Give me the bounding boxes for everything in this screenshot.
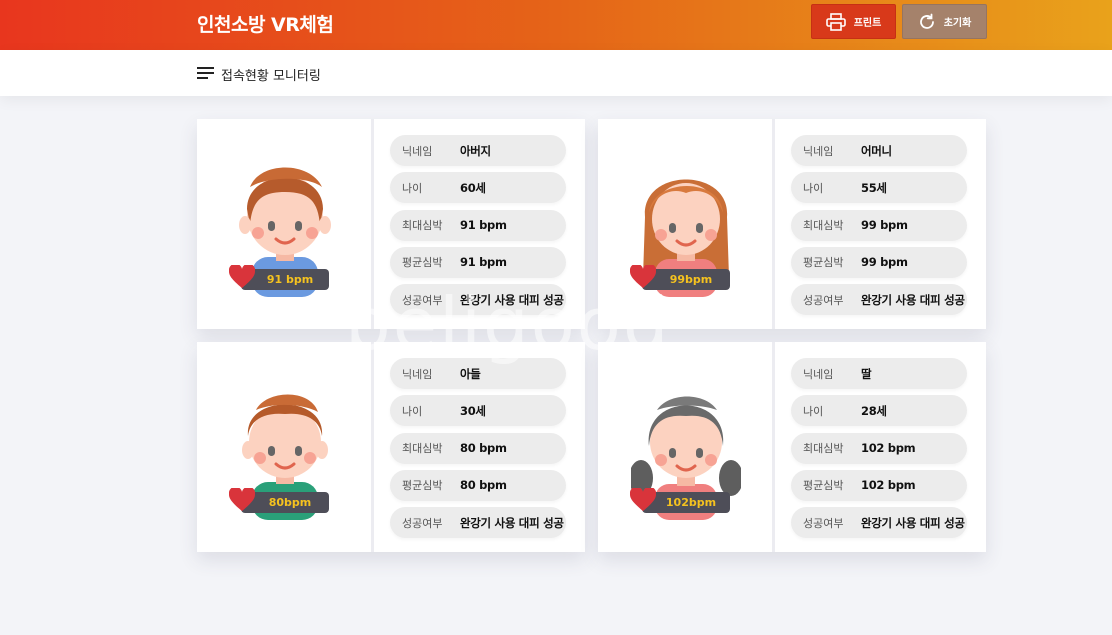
row-value: 어머니 (861, 143, 892, 158)
row-value: 91 bpm (460, 218, 507, 233)
info-row-max-heart-rate: 최대심박 102 bpm (791, 432, 967, 464)
printer-icon (825, 12, 846, 31)
page-title: 접속현황 모니터링 (221, 69, 321, 84)
row-value: 완강기 사용 대피 성공 (460, 515, 564, 530)
row-value: 55세 (861, 180, 887, 195)
row-label: 닉네임 (402, 367, 433, 381)
info-row-age: 나이 60세 (390, 172, 566, 204)
app-header: 인천소방 VR체험 프린트 초기화 (0, 0, 1112, 50)
user-card-3: 80bpm 닉네임 아들 나이 30세 최대심박 80 bpm 평균심박 80 bpm … (197, 342, 585, 552)
card-divider (371, 342, 374, 552)
heart-icon (229, 488, 255, 511)
info-row-nickname: 닉네임 아버지 (390, 135, 566, 166)
info-row-age: 나이 55세 (791, 172, 967, 204)
row-value: 아버지 (460, 143, 491, 158)
row-value: 딸 (861, 366, 872, 381)
refresh-icon (919, 13, 934, 29)
info-row-success: 성공여부 완강기 사용 대피 성공 (791, 284, 967, 316)
row-value: 99 bpm (861, 218, 908, 233)
row-label: 평균심박 (803, 256, 844, 270)
row-label: 닉네임 (803, 144, 834, 158)
info-row-success: 성공여부 완강기 사용 대피 성공 (791, 507, 967, 539)
row-value: 30세 (460, 403, 486, 418)
reset-label: 초기화 (943, 18, 972, 29)
row-value: 60세 (460, 180, 486, 195)
row-label: 나이 (803, 181, 824, 195)
print-label: 프린트 (853, 18, 882, 29)
info-row-avg-heart-rate: 평균심박 80 bpm (390, 469, 566, 501)
row-label: 평균심박 (402, 256, 443, 270)
row-value: 아들 (460, 366, 481, 381)
info-row-age: 나이 28세 (791, 395, 967, 427)
watermark: peligood (345, 282, 671, 366)
print-button[interactable]: 프린트 (811, 4, 896, 39)
row-label: 최대심박 (803, 442, 844, 456)
user-card-4: 102bpm 닉네임 딸 나이 28세 최대심박 102 bpm 평균심박 102 bp… (598, 342, 986, 552)
reset-button[interactable]: 초기화 (902, 4, 987, 39)
row-value: 91 bpm (460, 255, 507, 270)
info-row-max-heart-rate: 최대심박 99 bpm (791, 209, 967, 241)
row-value: 80 bpm (460, 441, 507, 456)
row-label: 평균심박 (402, 479, 443, 493)
info-list: 닉네임 어머니 나이 55세 최대심박 99 bpm 평균심박 99 bpm 성공여부 완… (791, 135, 967, 321)
heart-icon (229, 265, 255, 288)
row-label: 닉네임 (402, 144, 433, 158)
row-label: 나이 (803, 404, 824, 418)
info-list: 닉네임 딸 나이 28세 최대심박 102 bpm 평균심박 102 bpm 성공여부 완… (791, 358, 967, 544)
row-label: 최대심박 (803, 219, 844, 233)
info-row-max-heart-rate: 최대심박 80 bpm (390, 432, 566, 464)
app-title: 인천소방 VR체험 (197, 14, 334, 36)
info-row-age: 나이 30세 (390, 395, 566, 427)
row-label: 평균심박 (803, 479, 844, 493)
row-label: 닉네임 (803, 367, 834, 381)
info-row-avg-heart-rate: 평균심박 99 bpm (791, 246, 967, 278)
menu-icon[interactable] (197, 66, 214, 80)
row-value: 80 bpm (460, 478, 507, 493)
row-value: 102 bpm (861, 441, 916, 456)
row-label: 최대심박 (402, 442, 443, 456)
card-divider (772, 119, 775, 329)
row-label: 나이 (402, 181, 423, 195)
row-label: 최대심박 (402, 219, 443, 233)
info-list: 닉네임 아들 나이 30세 최대심박 80 bpm 평균심박 80 bpm 성공여부 완강… (390, 358, 566, 544)
info-row-max-heart-rate: 최대심박 91 bpm (390, 209, 566, 241)
row-value: 99 bpm (861, 255, 908, 270)
row-label: 성공여부 (402, 516, 443, 530)
row-value: 102 bpm (861, 478, 916, 493)
info-row-nickname: 닉네임 딸 (791, 358, 967, 389)
card-divider (772, 342, 775, 552)
info-row-avg-heart-rate: 평균심박 102 bpm (791, 469, 967, 501)
info-row-success: 성공여부 완강기 사용 대피 성공 (390, 507, 566, 539)
row-label: 나이 (402, 404, 423, 418)
row-value: 28세 (861, 403, 887, 418)
heart-icon (630, 488, 656, 511)
sub-navigation: 접속현황 모니터링 (0, 50, 1112, 96)
row-value: 완강기 사용 대피 성공 (861, 292, 965, 307)
row-label: 성공여부 (803, 516, 844, 530)
info-row-nickname: 닉네임 어머니 (791, 135, 967, 166)
row-label: 성공여부 (803, 293, 844, 307)
info-row-avg-heart-rate: 평균심박 91 bpm (390, 246, 566, 278)
row-value: 완강기 사용 대피 성공 (861, 515, 965, 530)
